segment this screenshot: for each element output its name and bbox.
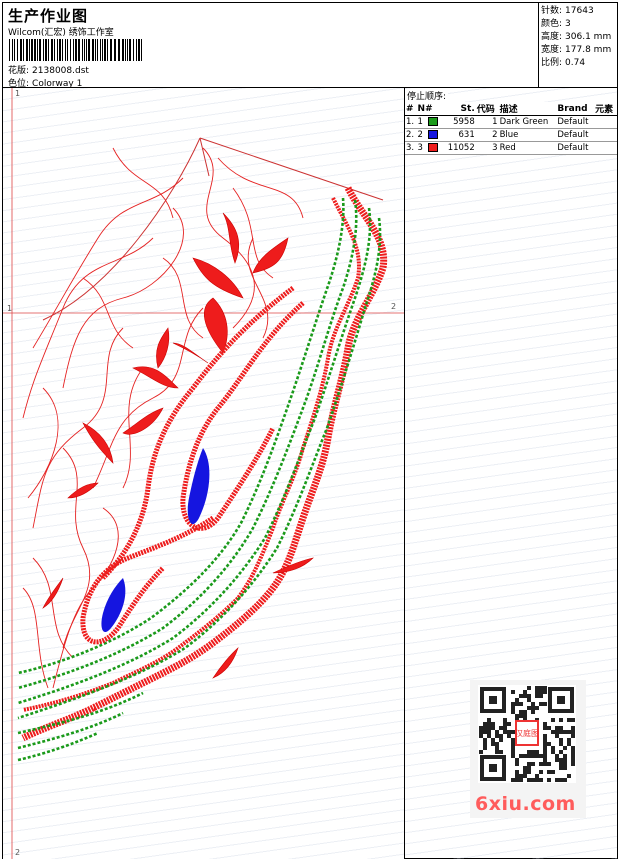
table-row[interactable]: 3. 3 11052 3 Red Default [405,141,617,155]
row-index: 2. [405,128,417,142]
col-needle: N# [416,102,443,116]
row-needle: 2 [416,128,443,142]
row-description: Blue [498,128,557,142]
watermark: 6xiu.com [475,793,576,815]
col-brand: Brand [556,102,595,116]
row-element [594,115,617,129]
marker-top-left: 1 [15,89,21,98]
row-code: 3 [475,141,499,155]
blue-fills [101,448,210,633]
stat-width: 宽度: 177.8 mm [541,45,612,55]
row-stitches: 631 [442,128,476,142]
stop-sequence-title: 停止顺序: [405,89,449,102]
stat-colors: 颜色: 3 [541,19,571,29]
row-code: 2 [475,128,499,142]
row-brand: Default [556,115,595,129]
marker-bottom-left: 2 [15,848,21,857]
row-brand: Default [556,141,595,155]
row-element [594,141,617,155]
stat-stitch-count: 针数: 17643 [541,6,594,16]
row-code: 1 [475,115,499,129]
col-description: 描述 [498,102,557,116]
row-description: Red [498,141,557,155]
red-inner-border [22,197,361,712]
design-canvas[interactable]: 1 1 2 2 [3,88,404,859]
page-title: 生产作业图 [8,7,89,25]
row-description: Dark Green [498,115,557,129]
row-index: 1. [405,115,417,129]
row-index: 3. [405,141,417,155]
stat-scale: 比例: 0.74 [541,58,586,68]
table-row[interactable]: 2. 2 631 2 Blue Default [405,128,617,142]
design-stats: 针数: 17643 颜色: 3 高度: 306.1 mm 宽度: 177.8 mm 比例… [541,5,617,70]
col-stitches: St. [442,102,476,116]
design-file-line: 花版: 2138008.dst [8,63,89,76]
row-needle: 3 [416,141,443,155]
row-stitches: 5958 [442,115,476,129]
color-swatch [428,130,439,139]
color-swatch [428,143,439,152]
row-brand: Default [556,128,595,142]
col-index: # [405,102,417,116]
marker-mid-right: 2 [391,302,397,311]
stat-height: 高度: 306.1 mm [541,32,612,42]
table-row[interactable]: 1. 1 5958 1 Dark Green Default [405,115,617,129]
row-element [594,128,617,142]
qr-stamp: 汉庭图 [515,728,539,738]
barcode [9,39,142,61]
company-name: Wilcom(汇宏) 绣饰工作室 [8,28,114,38]
color-swatch [428,117,439,126]
header-panel: 生产作业图 Wilcom(汇宏) 绣饰工作室 花版: 2138008.dst 色位… [3,3,539,89]
col-element: 元素 [594,102,617,116]
design-label: 花版: [8,66,30,76]
design-file-value: 2138008.dst [32,66,89,76]
embroidery-design [3,88,404,859]
color-table-header: # N# St. 代码 描述 Brand 元素 [405,102,617,116]
row-stitches: 11052 [442,141,476,155]
color-table: # N# St. 代码 描述 Brand 元素 1. 1 5958 1 Dark… [405,102,617,155]
col-code: 代码 [475,102,499,116]
qr-code: 汉庭图 [478,685,576,783]
row-needle: 1 [416,115,443,129]
marker-mid-left: 1 [7,304,13,313]
